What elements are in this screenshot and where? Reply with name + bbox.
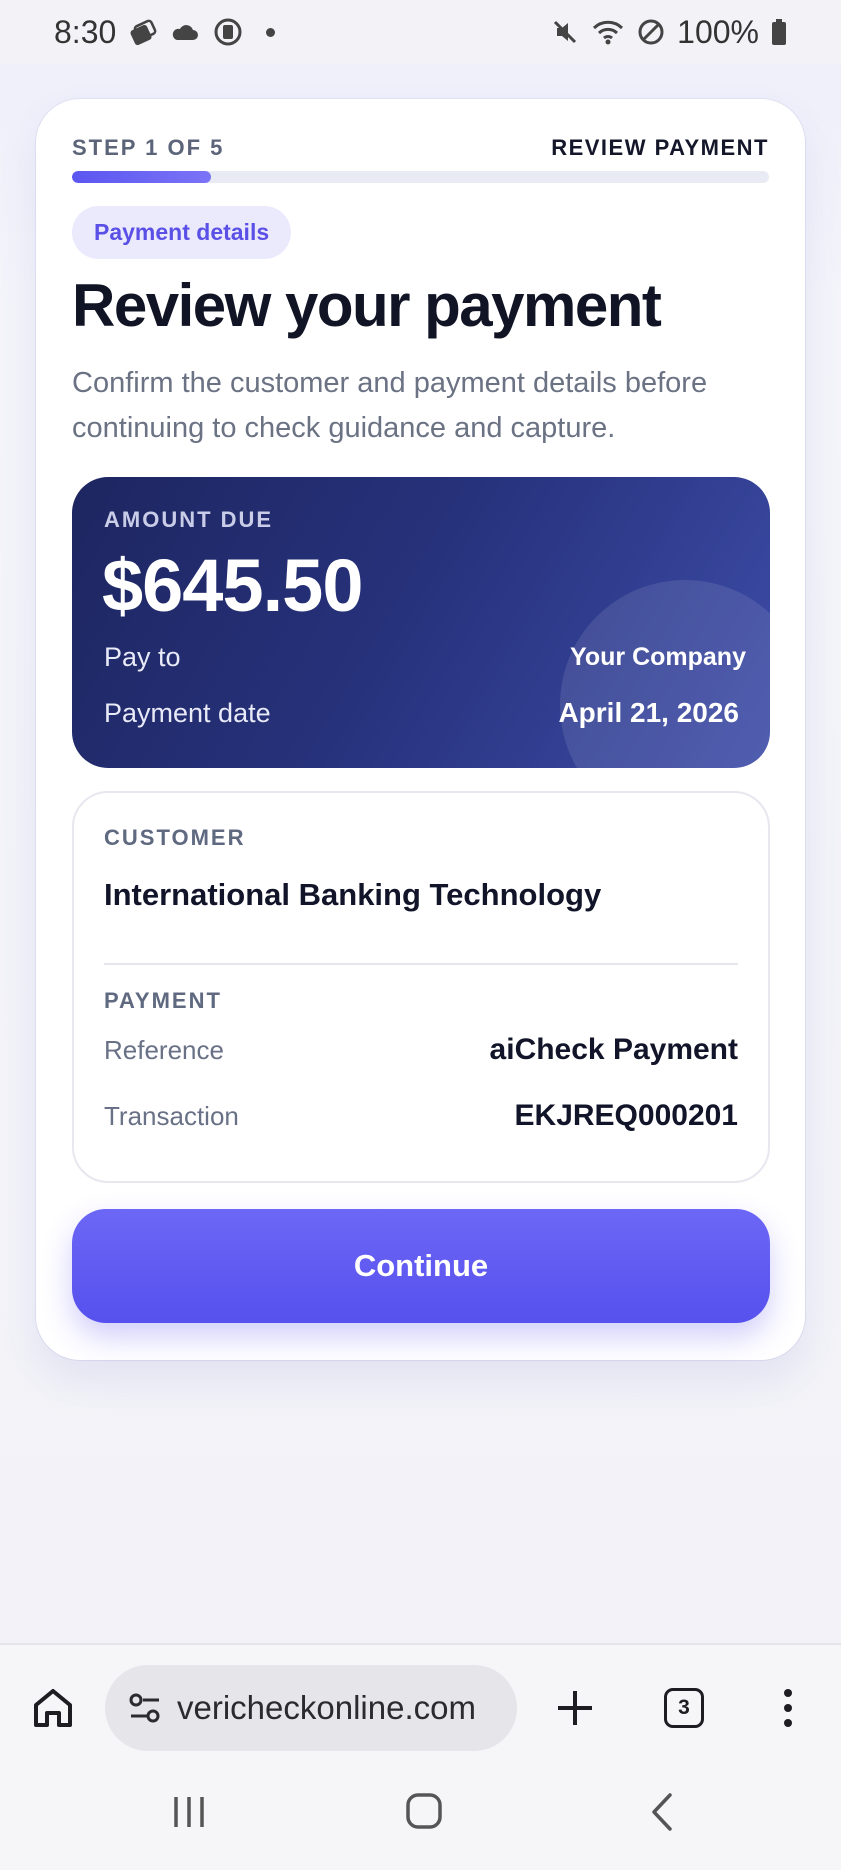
system-home-icon[interactable] — [404, 1791, 444, 1831]
cloud-icon — [170, 20, 200, 44]
wifi-icon — [591, 18, 625, 46]
new-tab-icon[interactable] — [552, 1685, 598, 1731]
url-text[interactable]: vericheckonline.com — [177, 1689, 507, 1727]
reference-row: Reference aiCheck Payment — [104, 1033, 738, 1067]
mute-icon — [551, 18, 579, 46]
amount-due-panel: AMOUNT DUE $645.50 Pay to Your Company P… — [72, 477, 770, 768]
recents-icon[interactable] — [168, 1793, 210, 1831]
pay-to-row: Pay to Your Company — [104, 642, 746, 673]
notification-stack-icon — [128, 17, 158, 47]
page-title: Review your payment — [72, 272, 662, 339]
status-time: 8:30 — [54, 13, 117, 50]
transaction-value: EKJREQ000201 — [514, 1099, 738, 1132]
pay-to-label: Pay to — [104, 642, 181, 672]
customer-name: International Banking Technology — [104, 877, 602, 912]
more-menu-icon[interactable] — [776, 1685, 800, 1731]
transaction-row: Transaction EKJREQ000201 — [104, 1099, 738, 1133]
section-chip: Payment details — [72, 206, 292, 259]
status-left: 8:30 — [54, 13, 276, 51]
tabs-count-button[interactable]: 3 — [664, 1688, 704, 1728]
screen: 8:30 100% STEP 1 OF 5 REVIEW PAYMENT Pay… — [0, 0, 841, 1870]
payment-section-label: PAYMENT — [104, 988, 222, 1013]
pay-to-value: Your Company — [570, 643, 746, 671]
status-right: 100% — [551, 14, 787, 51]
site-settings-icon[interactable] — [125, 1688, 165, 1728]
do-not-disturb-icon — [637, 18, 665, 46]
reference-value: aiCheck Payment — [489, 1033, 738, 1066]
screen-record-icon — [212, 16, 244, 48]
home-icon[interactable] — [28, 1683, 78, 1733]
status-bar: 8:30 100% — [0, 0, 841, 64]
decorative-circle — [560, 580, 770, 768]
battery-icon — [771, 18, 787, 46]
amount-due-label: AMOUNT DUE — [104, 507, 274, 532]
continue-button[interactable]: Continue — [72, 1209, 770, 1323]
browser-toolbar: vericheckonline.com 3 — [0, 1643, 841, 1769]
customer-section-label: CUSTOMER — [104, 825, 246, 850]
step-title: REVIEW PAYMENT — [551, 135, 769, 160]
progress-bar — [72, 171, 769, 183]
payment-date-value: April 21, 2026 — [558, 697, 739, 728]
dot-icon — [266, 27, 276, 37]
battery-percent: 100% — [677, 13, 759, 50]
step-counter: STEP 1 OF 5 — [72, 135, 225, 160]
address-bar[interactable]: vericheckonline.com — [105, 1665, 517, 1751]
reference-label: Reference — [104, 1034, 224, 1065]
payment-date-row: Payment date April 21, 2026 — [104, 697, 746, 729]
progress-fill — [72, 171, 212, 183]
transaction-label: Transaction — [104, 1100, 239, 1131]
divider — [104, 963, 738, 965]
amount-due-value: $645.50 — [102, 544, 363, 627]
back-icon[interactable] — [646, 1791, 676, 1833]
details-panel: CUSTOMER International Banking Technolog… — [72, 791, 770, 1183]
system-nav-bar — [0, 1769, 841, 1870]
page-description: Confirm the customer and payment details… — [72, 367, 708, 444]
stepper-header: STEP 1 OF 5 REVIEW PAYMENT — [72, 135, 769, 161]
review-card: STEP 1 OF 5 REVIEW PAYMENT Payment detai… — [36, 99, 805, 1360]
payment-date-label: Payment date — [104, 697, 271, 728]
